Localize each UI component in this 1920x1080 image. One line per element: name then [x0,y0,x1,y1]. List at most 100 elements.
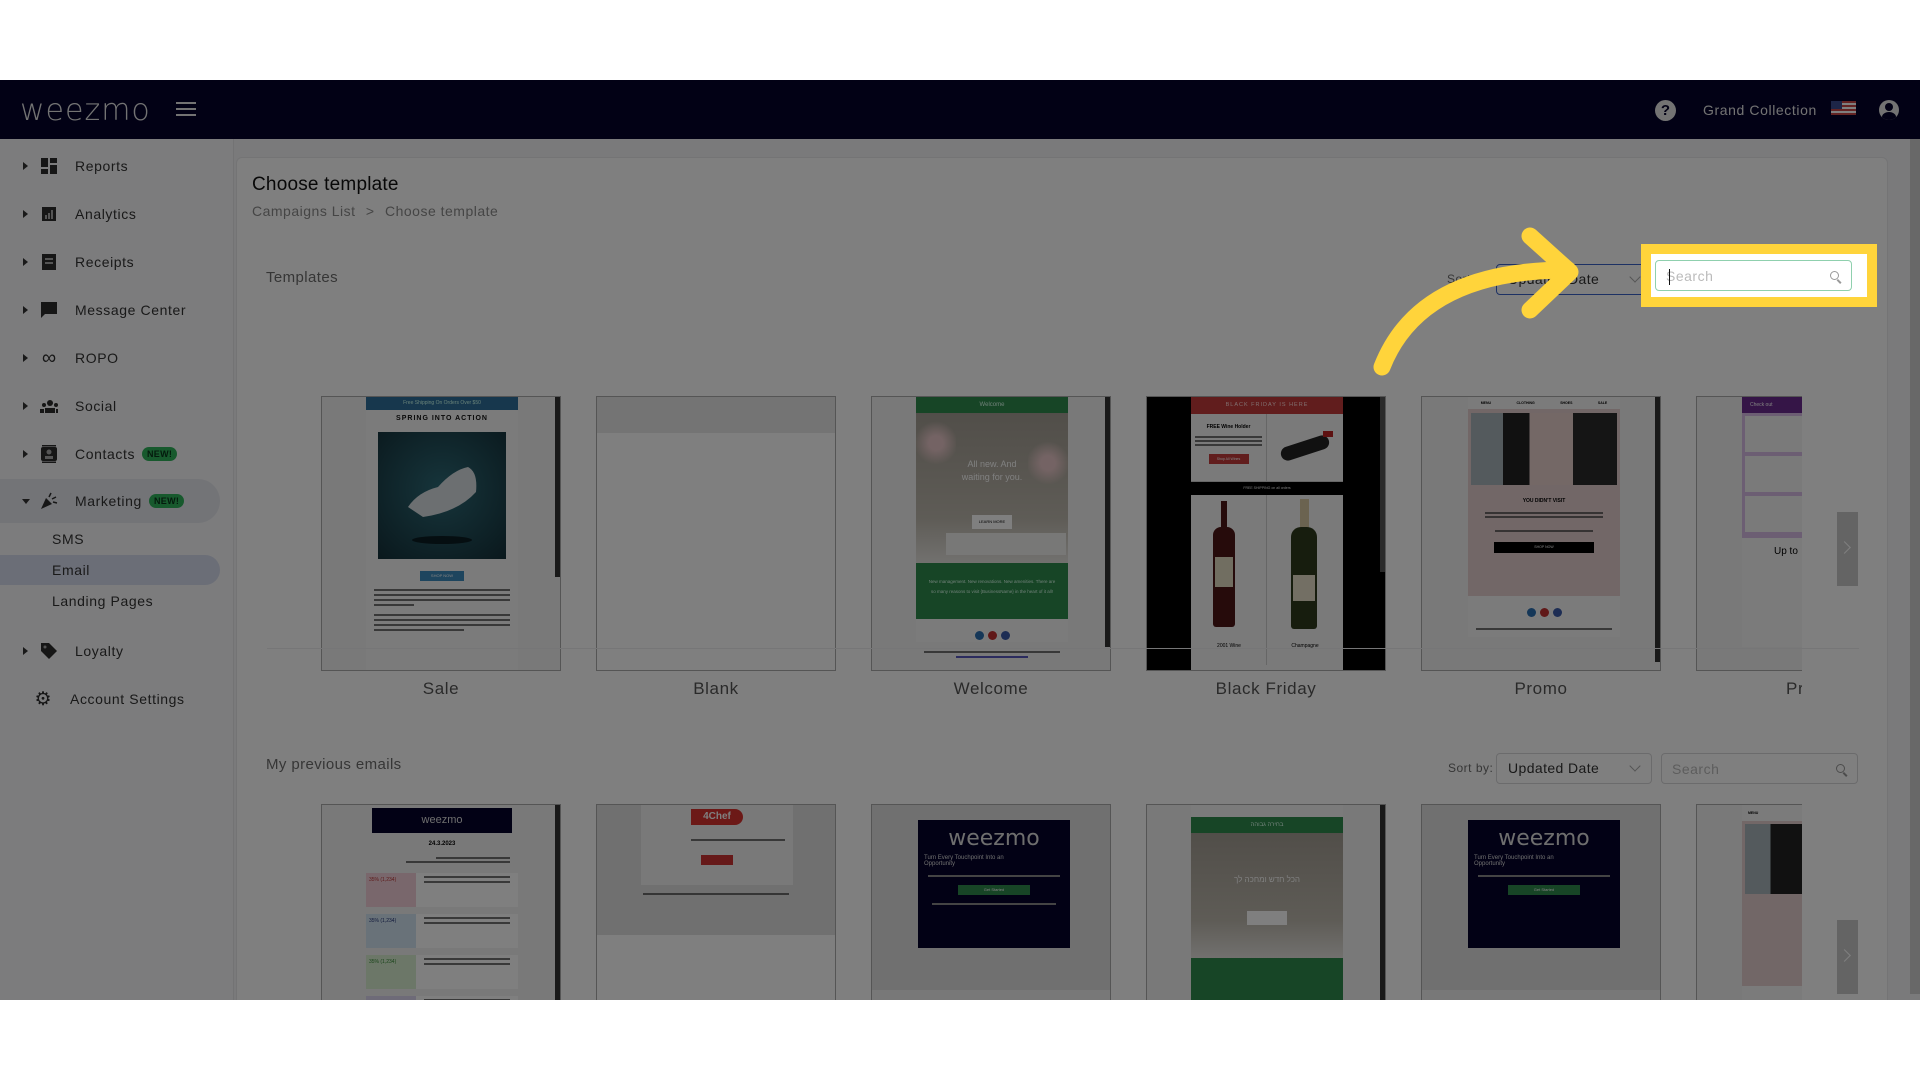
analytics-icon [40,205,58,223]
social-icons [1468,604,1620,622]
sidebar-item-label: ROPO [75,350,119,366]
template-card-welcome[interactable]: Welcome All new. And waiting for you. LE… [871,396,1111,671]
sidebar-item-label: Contacts [75,446,136,462]
preview-header: Welcome [916,397,1068,413]
preview-banner: FREE SHIPPING on all orders [1191,482,1343,495]
page-scrollbar[interactable] [1910,139,1920,994]
preview-logo: weezmo [1498,826,1590,851]
breadcrumb-separator: > [365,203,375,219]
previous-email-card[interactable]: weezmo 24.3.2023 35% (1,234) 35% (1,234)… [321,804,561,1000]
sidebar-item-reports[interactable]: Reports [0,144,220,188]
template-card-partial[interactable]: Check out Up to [1696,396,1802,671]
previous-email-card[interactable]: weezmo Turn Every Touchpoint Into an Opp… [871,804,1111,1000]
template-card-blank[interactable] [596,396,836,671]
template-card-sale[interactable]: Free Shipping On Orders Over $50 SPRING … [321,396,561,671]
new-badge: NEW! [149,494,185,508]
preview-date: 24.3.2023 [428,841,456,847]
preview-headline: Turn Every Touchpoint Into an Opportunit… [1474,855,1554,867]
caret-right-icon [23,402,28,410]
sidebar-item-account-settings[interactable]: ⚙ Account Settings [0,677,220,721]
template-name: Sale [422,679,460,698]
template-card-black-friday[interactable]: BLACK FRIDAY IS HERE FREE Wine Holder Sh… [1146,396,1386,671]
preview-button: Shop All Wines [1208,454,1249,464]
hamburger-menu-icon[interactable] [176,102,196,118]
weezmo-logo[interactable]: weezmo [20,93,151,128]
sidebar-item-ropo[interactable]: ∞ ROPO [0,336,220,380]
product-champagne: Champagne [1267,495,1343,665]
previous-email-card[interactable]: 4Chef [596,804,836,1000]
wine-holder-image [1267,414,1343,481]
top-navigation-bar: weezmo ? Grand Collection [0,80,1920,139]
preview-header: Free Shipping On Orders Over $50 [366,397,518,410]
preview-title: YOU DIDN'T VISIT [1522,498,1566,504]
preview-button: SHOP NOW [1494,542,1594,553]
megaphone-icon [40,492,58,510]
caret-right-icon [23,258,28,266]
preview-button: Get Started [1508,885,1580,895]
infinity-icon: ∞ [41,346,57,369]
template-name: Blank [693,679,739,698]
caret-down-icon [22,498,30,504]
template-name: Pr [1786,679,1802,698]
sidebar-item-loyalty[interactable]: Loyalty [0,629,220,673]
previous-email-card[interactable]: weezmo Turn Every Touchpoint Into an Opp… [1421,804,1661,1000]
template-name: Black Friday [1215,679,1317,698]
previous-search-input[interactable] [1672,759,1832,779]
us-flag-icon[interactable] [1831,101,1856,115]
new-badge: NEW! [142,447,178,461]
search-icon[interactable] [1836,764,1845,773]
caret-right-icon [23,647,28,655]
chevron-down-icon [1629,760,1641,772]
sidebar-item-marketing[interactable]: Marketing NEW! [0,479,220,523]
sidebar-item-analytics[interactable]: Analytics [0,192,220,236]
search-icon[interactable] [1830,271,1839,280]
template-card-promo[interactable]: MENU CLOTHING SHOES SALE YOU DIDN'T VISIT S… [1421,396,1661,671]
previous-sort-select[interactable]: Updated Date [1496,753,1652,784]
tag-icon [40,642,58,660]
templates-sort-select[interactable]: Updated Date [1496,264,1652,295]
template-name: Welcome [953,679,1029,698]
templates-search-box[interactable] [1655,260,1852,291]
templates-sort-label: Sort by: [1447,272,1493,286]
sidebar-item-label: Reports [75,158,129,174]
sidebar-item-receipts[interactable]: Receipts [0,240,220,284]
message-icon [40,301,58,319]
help-icon[interactable]: ? [1655,100,1676,121]
previous-search-box[interactable] [1661,753,1858,784]
previous-email-card[interactable]: בחירה גבוהה הכל חדש ומחכה לך [1146,804,1386,1000]
store-name[interactable]: Grand Collection [1703,102,1817,118]
social-icons [916,627,1068,645]
sidebar-subitem-sms[interactable]: SMS [0,524,220,554]
sidebar-subitem-landing-pages[interactable]: Landing Pages [0,586,220,616]
breadcrumb-campaigns-list[interactable]: Campaigns List [252,203,356,219]
preview-title: Up to [1774,546,1798,557]
previous-email-card[interactable]: MENU [1696,804,1802,1000]
preview-header: Check out [1742,397,1802,413]
floral-image: הכל חדש ומחכה לך [1191,833,1343,958]
templates-carousel: Free Shipping On Orders Over $50 SPRING … [321,396,1861,776]
previous-next-button[interactable] [1837,920,1858,994]
receipt-icon [40,253,58,271]
sidebar-item-social[interactable]: Social [0,384,220,428]
templates-section-label: Templates [266,269,338,286]
gear-icon: ⚙ [34,688,52,710]
templates-search-input[interactable] [1666,266,1826,286]
preview-offer: FREE Wine Holder [1206,424,1251,430]
sidebar-item-contacts[interactable]: Contacts NEW! [0,432,220,476]
sidebar-item-message-center[interactable]: Message Center [0,288,220,332]
section-divider [267,648,1859,649]
sidebar-item-label: Analytics [75,206,137,222]
account-icon[interactable] [1879,100,1899,120]
tutorial-highlight [1641,244,1877,307]
caret-right-icon [23,450,28,458]
sidebar-item-label: Social [75,398,117,414]
preview-row: 35% (1,234) [366,873,416,907]
sort-value: Updated Date [1508,760,1600,776]
sidebar-subitem-email[interactable]: Email [0,555,220,585]
floral-image: All new. And waiting for you. LEARN MORE [916,413,1068,563]
chevron-down-icon [1629,271,1641,283]
preview-button: Get Started [958,885,1030,895]
templates-next-button[interactable] [1837,512,1858,586]
page-title: Choose template [252,174,399,195]
sort-value: Updated Date [1508,271,1600,287]
